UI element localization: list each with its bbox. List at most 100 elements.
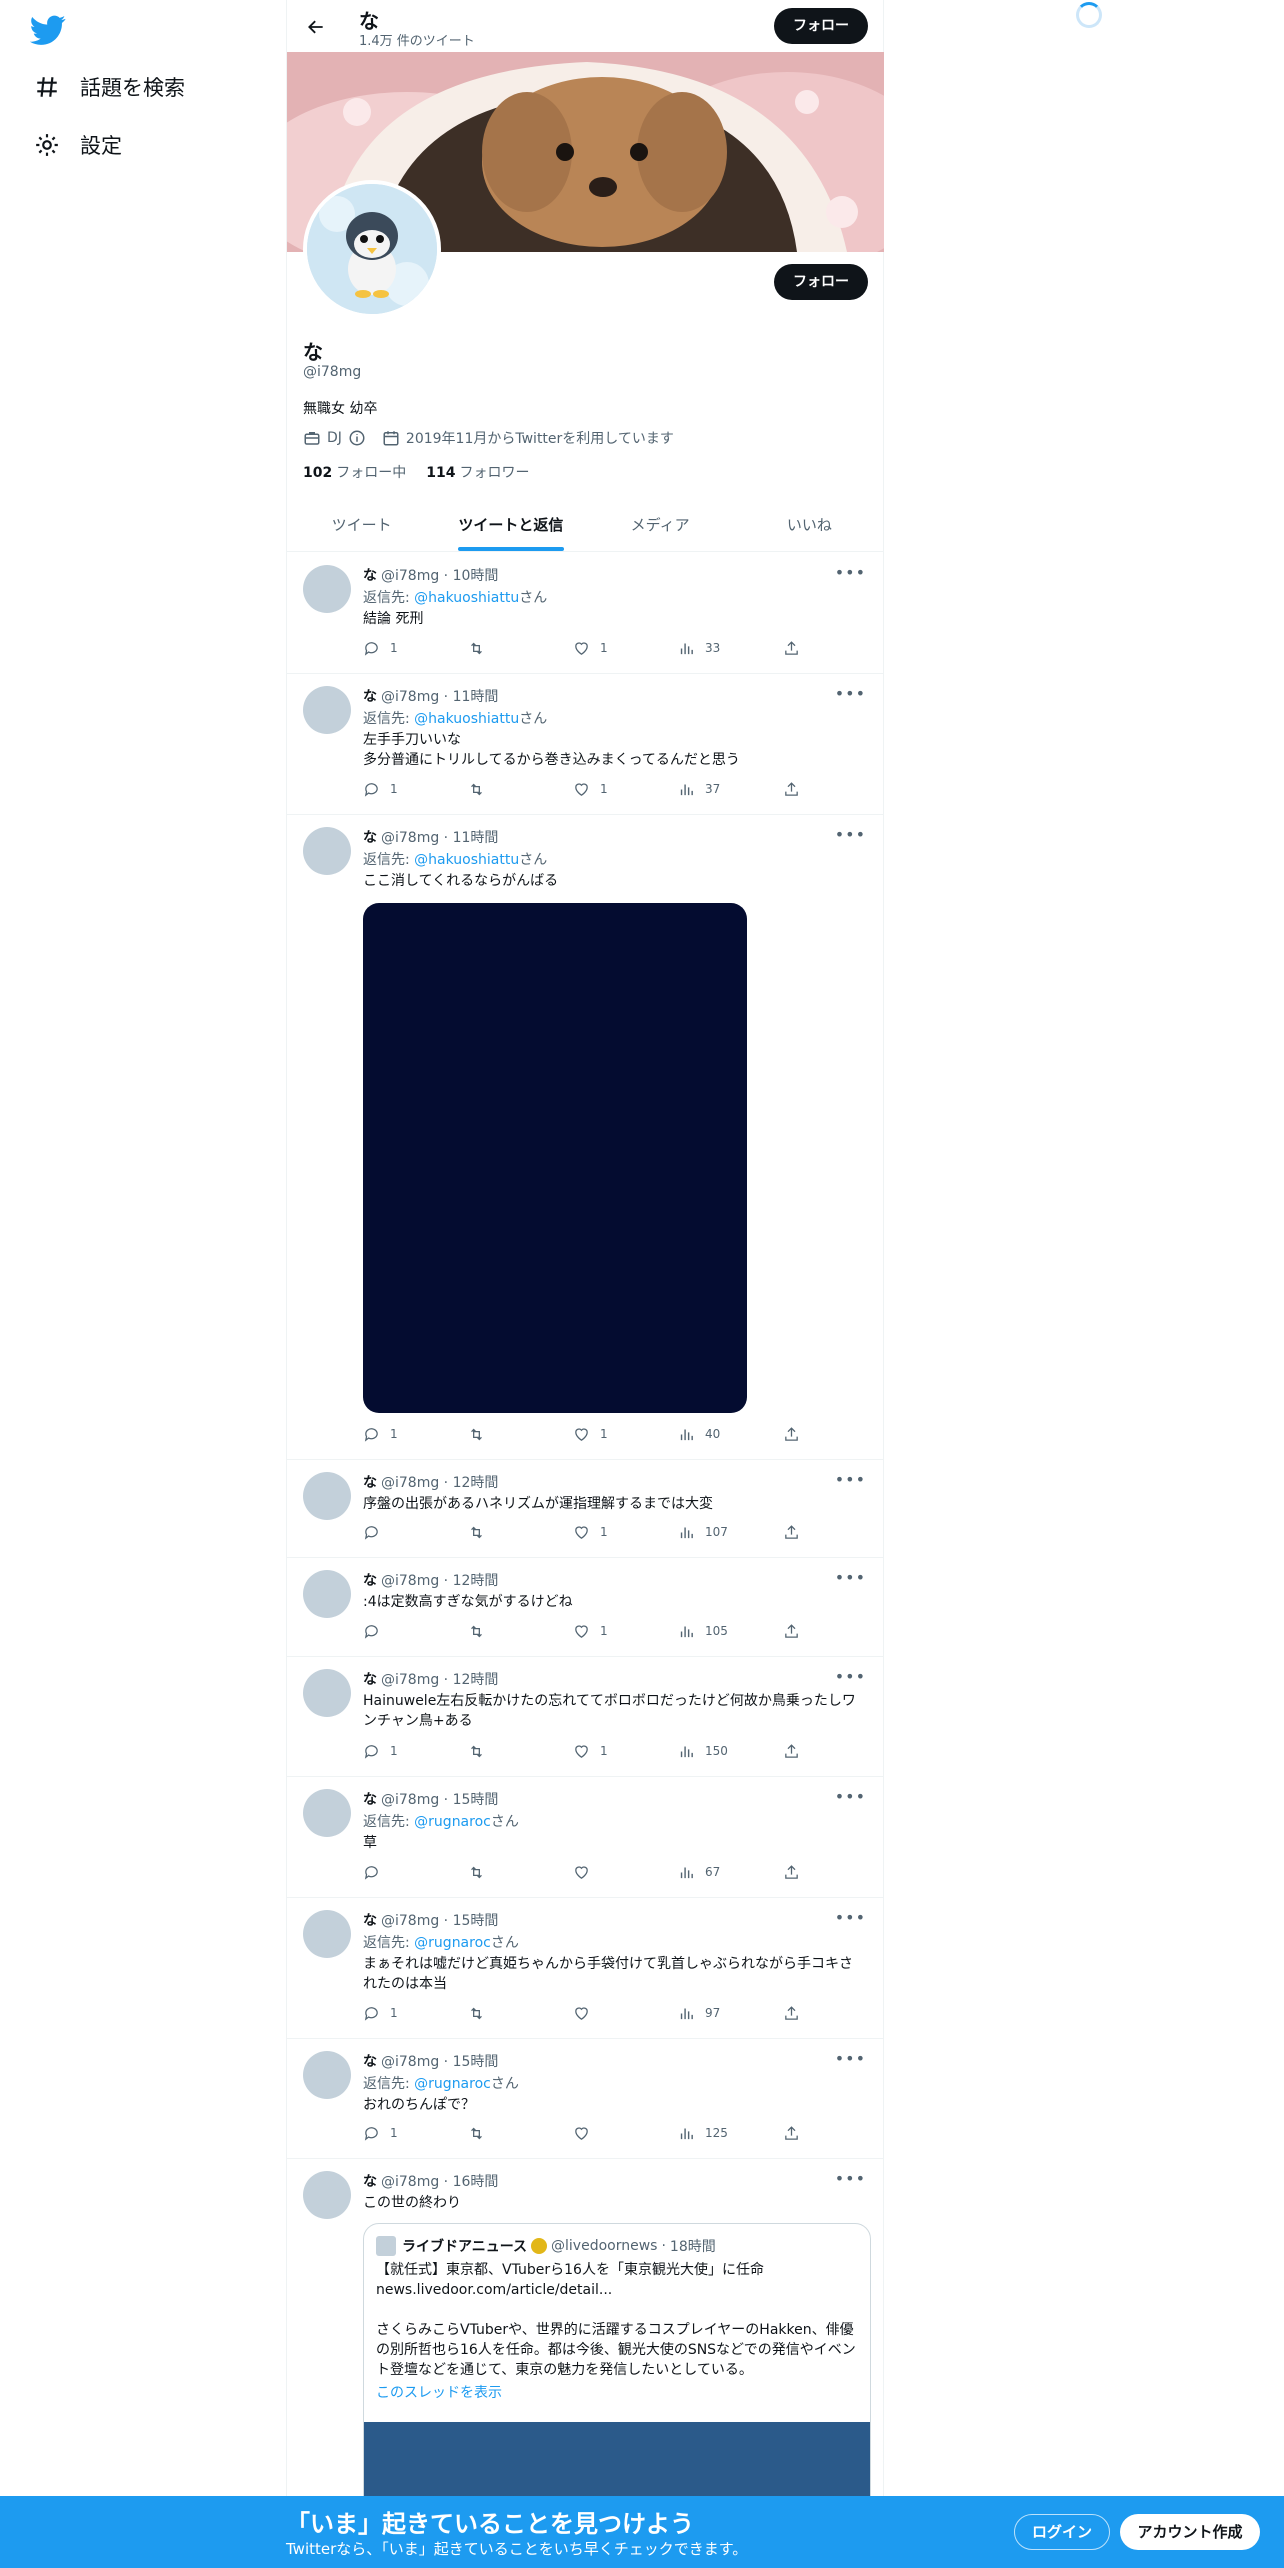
share-button[interactable]	[783, 2123, 803, 2143]
reply-button[interactable]: 1	[363, 1424, 423, 1444]
share-button[interactable]	[783, 1741, 803, 1761]
share-button[interactable]	[783, 638, 803, 658]
retweet-button[interactable]	[468, 1621, 528, 1641]
reply-to-link[interactable]: @rugnaroc	[414, 1935, 491, 1951]
tweet-time[interactable]: 15時間	[453, 2054, 499, 2070]
tab-tweets[interactable]: ツイート	[287, 500, 436, 551]
tweet-time[interactable]: 11時間	[453, 830, 499, 846]
more-options-icon[interactable]: •••	[835, 825, 866, 844]
more-options-icon[interactable]: •••	[835, 684, 866, 703]
reply-to-link[interactable]: @hakuoshiattu	[414, 590, 519, 606]
like-button[interactable]: 1	[573, 1741, 633, 1761]
tweet-avatar[interactable]	[303, 1472, 351, 1520]
tweet-author-handle[interactable]: @i78mg	[381, 2054, 439, 2070]
share-button[interactable]	[783, 1522, 803, 1542]
reply-button[interactable]: 1	[363, 638, 423, 658]
retweet-button[interactable]	[468, 1741, 528, 1761]
following-link[interactable]: 102 フォロー中	[303, 462, 406, 482]
reply-button[interactable]: 1	[363, 779, 423, 799]
reply-button[interactable]: 1	[363, 2123, 423, 2143]
more-options-icon[interactable]: •••	[835, 1568, 866, 1587]
tweet-author-name[interactable]: な	[363, 1913, 377, 1929]
more-options-icon[interactable]: •••	[835, 1787, 866, 1806]
tweet-media-image[interactable]	[363, 903, 747, 1413]
followers-link[interactable]: 114 フォロワー	[426, 462, 529, 482]
nav-explore[interactable]: 話題を検索	[34, 64, 185, 110]
views-button[interactable]: 150	[678, 1741, 738, 1761]
views-button[interactable]: 40	[678, 1424, 738, 1444]
tweet[interactable]: な @i78mg · 12時間 •••:4は定数高すぎな気がするけどね 1 105	[287, 1558, 884, 1657]
tweet-avatar[interactable]	[303, 827, 351, 875]
tweet-author-handle[interactable]: @i78mg	[381, 1573, 439, 1589]
more-options-icon[interactable]: •••	[835, 563, 866, 582]
tweet-author-handle[interactable]: @i78mg	[381, 1792, 439, 1808]
reply-to-link[interactable]: @rugnaroc	[414, 1814, 491, 1830]
reply-button[interactable]	[363, 1862, 423, 1882]
tweet-time[interactable]: 12時間	[453, 1573, 499, 1589]
tweet-avatar[interactable]	[303, 1910, 351, 1958]
tweet-avatar[interactable]	[303, 1789, 351, 1837]
tweet-author-name[interactable]: な	[363, 2174, 377, 2190]
like-button[interactable]: 1	[573, 779, 633, 799]
views-button[interactable]: 37	[678, 779, 738, 799]
like-button[interactable]	[573, 1862, 633, 1882]
tweet-time[interactable]: 11時間	[453, 689, 499, 705]
tweet-author-handle[interactable]: @i78mg	[381, 2174, 439, 2190]
share-button[interactable]	[783, 2003, 803, 2023]
reply-to-link[interactable]: @hakuoshiattu	[414, 711, 519, 727]
login-button[interactable]: ログイン	[1014, 2514, 1110, 2550]
views-button[interactable]: 97	[678, 2003, 738, 2023]
tweet-author-name[interactable]: な	[363, 1475, 377, 1491]
tweet-time[interactable]: 15時間	[453, 1792, 499, 1808]
share-button[interactable]	[783, 1621, 803, 1641]
reply-button[interactable]: 1	[363, 2003, 423, 2023]
tweet-avatar[interactable]	[303, 1570, 351, 1618]
like-button[interactable]	[573, 2123, 633, 2143]
tab-likes[interactable]: いいね	[735, 500, 884, 551]
twitter-logo-icon[interactable]	[29, 12, 66, 48]
tweet-author-name[interactable]: な	[363, 830, 377, 846]
tweet-time[interactable]: 12時間	[453, 1475, 499, 1491]
tweet-time[interactable]: 15時間	[453, 1913, 499, 1929]
nav-settings[interactable]: 設定	[34, 122, 122, 168]
tweet-author-name[interactable]: な	[363, 689, 377, 705]
tab-tweets-and-replies[interactable]: ツイートと返信	[436, 500, 585, 551]
more-options-icon[interactable]: •••	[835, 1470, 866, 1489]
info-icon[interactable]	[348, 429, 366, 447]
tweet-author-handle[interactable]: @i78mg	[381, 689, 439, 705]
signup-button[interactable]: アカウント作成	[1120, 2514, 1260, 2550]
tweet-author-name[interactable]: な	[363, 2054, 377, 2070]
tweet[interactable]: な @i78mg · 15時間 ••• 返信先: @rugnarocさん草 67	[287, 1777, 884, 1898]
like-button[interactable]: 1	[573, 1621, 633, 1641]
tweet[interactable]: な @i78mg · 12時間 ••• 序盤の出張があるハネリズムが運指理解するまでは…	[287, 1460, 884, 1558]
tweet-avatar[interactable]	[303, 1669, 351, 1717]
more-options-icon[interactable]: •••	[835, 2049, 866, 2068]
tweet-author-handle[interactable]: @i78mg	[381, 568, 439, 584]
tweet[interactable]: な @i78mg · 15時間 ••• 返信先: @rugnarocさん まぁそれは嘘だ…	[287, 1898, 884, 2039]
tweet-author-handle[interactable]: @i78mg	[381, 1913, 439, 1929]
quote-tweet[interactable]: ライブドアニュース @livedoornews · 18時間 【就任式】東京都、VT…	[363, 2223, 871, 2523]
tweet-author-name[interactable]: な	[363, 1672, 377, 1688]
like-button[interactable]	[573, 2003, 633, 2023]
reply-button[interactable]	[363, 1621, 423, 1641]
tweet-avatar[interactable]	[303, 2171, 351, 2219]
views-button[interactable]: 107	[678, 1522, 738, 1542]
back-button[interactable]	[301, 12, 331, 42]
tweet-author-handle[interactable]: @i78mg	[381, 1672, 439, 1688]
tweet[interactable]: な @i78mg · 11時間 ••• 返信先: @hakuoshiattuさん ここ消…	[287, 815, 884, 1460]
retweet-button[interactable]	[468, 2003, 528, 2023]
views-button[interactable]: 105	[678, 1621, 738, 1641]
profile-follow-button[interactable]: フォロー	[774, 264, 868, 300]
tweet[interactable]: な @i78mg · 11時間 ••• 返信先: @hakuoshiattuさん 左手手…	[287, 674, 884, 815]
retweet-button[interactable]	[468, 779, 528, 799]
tweet-time[interactable]: 10時間	[453, 568, 499, 584]
share-button[interactable]	[783, 1424, 803, 1444]
reply-button[interactable]: 1	[363, 1741, 423, 1761]
profile-avatar[interactable]	[303, 180, 441, 318]
tweet-author-name[interactable]: な	[363, 568, 377, 584]
share-button[interactable]	[783, 1862, 803, 1882]
tweet[interactable]: な @i78mg · 15時間 ••• 返信先: @rugnarocさん おれのちんぽで…	[287, 2039, 884, 2159]
retweet-button[interactable]	[468, 1862, 528, 1882]
more-options-icon[interactable]: •••	[835, 1667, 866, 1686]
tweet-time[interactable]: 12時間	[453, 1672, 499, 1688]
